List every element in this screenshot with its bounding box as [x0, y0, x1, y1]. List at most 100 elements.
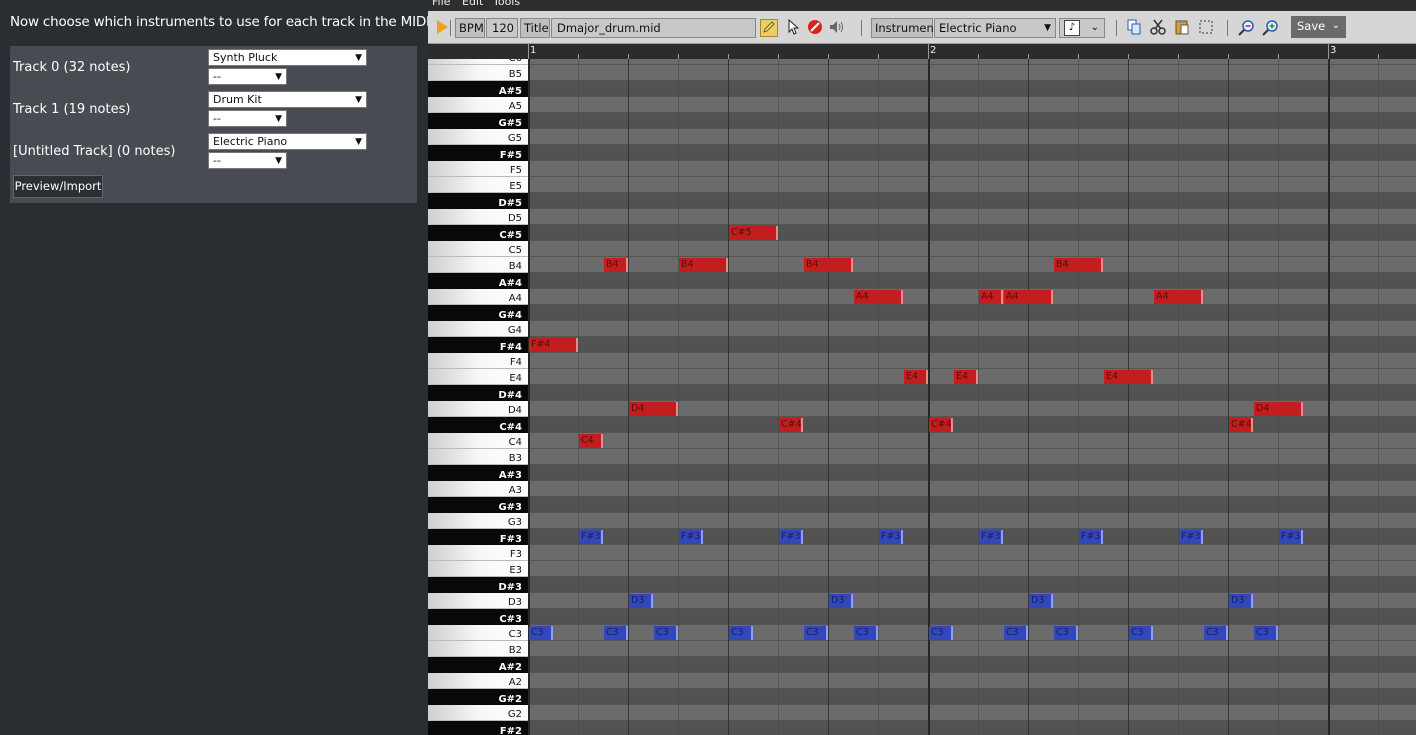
piano-key-g3[interactable]: G3: [428, 513, 528, 529]
piano-key-asharp2[interactable]: A#2: [428, 657, 528, 673]
piano-key-csharp5[interactable]: C#5: [428, 225, 528, 241]
midi-note[interactable]: F#3: [779, 530, 803, 544]
copy-icon[interactable]: [1125, 19, 1143, 37]
piano-key-fsharp3[interactable]: F#3: [428, 529, 528, 545]
midi-note[interactable]: F#3: [1079, 530, 1103, 544]
speaker-icon[interactable]: [828, 19, 846, 37]
midi-note[interactable]: D3: [629, 594, 653, 608]
midi-note[interactable]: E4: [954, 370, 978, 384]
piano-key-a2[interactable]: A2: [428, 673, 528, 689]
midi-note[interactable]: F#3: [879, 530, 903, 544]
midi-note[interactable]: C3: [654, 626, 678, 640]
midi-note[interactable]: B4: [679, 258, 728, 272]
midi-note[interactable]: A4: [1004, 290, 1053, 304]
midi-note[interactable]: F#3: [979, 530, 1003, 544]
stop-sign-icon[interactable]: [806, 19, 824, 37]
instrument-select[interactable]: Drum Kit ▼: [208, 91, 367, 108]
midi-note[interactable]: D3: [829, 594, 853, 608]
instrument-dropdown[interactable]: Electric Piano ▼: [934, 18, 1056, 38]
midi-note[interactable]: C3: [1004, 626, 1028, 640]
midi-note[interactable]: C3: [1204, 626, 1228, 640]
midi-note[interactable]: C#4: [1229, 418, 1253, 432]
midi-note[interactable]: C#5: [729, 226, 778, 240]
instrument-select[interactable]: Electric Piano ▼: [208, 133, 367, 150]
midi-note[interactable]: C#4: [779, 418, 803, 432]
midi-note[interactable]: B4: [804, 258, 853, 272]
title-input[interactable]: Dmajor_drum.mid: [551, 18, 756, 38]
midi-note[interactable]: E4: [1104, 370, 1153, 384]
instrument-select[interactable]: Synth Pluck ▼: [208, 49, 367, 66]
piano-key-f5[interactable]: F5: [428, 161, 528, 177]
piano-key-csharp3[interactable]: C#3: [428, 609, 528, 625]
midi-note[interactable]: D4: [629, 402, 678, 416]
piano-key-gsharp4[interactable]: G#4: [428, 305, 528, 321]
piano-key-fsharp4[interactable]: F#4: [428, 337, 528, 353]
piano-key-fsharp2[interactable]: F#2: [428, 721, 528, 735]
piano-key-e4[interactable]: E4: [428, 369, 528, 385]
piano-key-dsharp4[interactable]: D#4: [428, 385, 528, 401]
option-select[interactable]: -- ▼: [208, 110, 287, 127]
save-button[interactable]: Save ⌄: [1291, 16, 1346, 38]
pointer-icon[interactable]: [784, 18, 802, 37]
note-grid[interactable]: F#4 C4 B4 D4 B4 C#5 C#4 B4 A4 E4 C#4 E4 A4 A4 B4 E4 A4 C#…: [528, 59, 1416, 735]
midi-note[interactable]: C3: [929, 626, 953, 640]
midi-note[interactable]: A4: [979, 290, 1003, 304]
midi-note[interactable]: C4: [579, 434, 603, 448]
piano-key-dsharp3[interactable]: D#3: [428, 577, 528, 593]
option-select[interactable]: -- ▼: [208, 68, 287, 85]
preview-import-button[interactable]: Preview/Import: [13, 175, 103, 198]
paste-icon[interactable]: [1173, 19, 1191, 37]
select-icon[interactable]: [1197, 19, 1215, 37]
piano-key-f3[interactable]: F3: [428, 545, 528, 561]
midi-note[interactable]: E4: [904, 370, 928, 384]
piano-key-d4[interactable]: D4: [428, 401, 528, 417]
piano-key-f4[interactable]: F4: [428, 353, 528, 369]
piano-key-b4[interactable]: B4: [428, 257, 528, 273]
piano-key-e3[interactable]: E3: [428, 561, 528, 577]
piano-key-gsharp3[interactable]: G#3: [428, 497, 528, 513]
piano-key-asharp4[interactable]: A#4: [428, 273, 528, 289]
piano-key-a5[interactable]: A5: [428, 97, 528, 113]
midi-note[interactable]: C3: [1054, 626, 1078, 640]
piano-key-csharp4[interactable]: C#4: [428, 417, 528, 433]
piano-key-c4[interactable]: C4: [428, 433, 528, 449]
piano-key-gsharp5[interactable]: G#5: [428, 113, 528, 129]
midi-note[interactable]: F#3: [679, 530, 703, 544]
midi-note[interactable]: A4: [1154, 290, 1203, 304]
midi-note[interactable]: A4: [854, 290, 903, 304]
piano-key-c5[interactable]: C5: [428, 241, 528, 257]
piano-key-fsharp5[interactable]: F#5: [428, 145, 528, 161]
piano-key-asharp5[interactable]: A#5: [428, 81, 528, 97]
midi-note[interactable]: C3: [729, 626, 753, 640]
piano-key-a3[interactable]: A3: [428, 481, 528, 497]
piano-key-asharp3[interactable]: A#3: [428, 465, 528, 481]
bpm-input[interactable]: 120: [486, 18, 518, 38]
piano-key-g5[interactable]: G5: [428, 129, 528, 145]
zoom-out-icon[interactable]: [1238, 19, 1256, 37]
piano-key-dsharp5[interactable]: D#5: [428, 193, 528, 209]
midi-note[interactable]: F#4: [529, 338, 578, 352]
midi-note[interactable]: B4: [1054, 258, 1103, 272]
cut-icon[interactable]: [1149, 19, 1167, 37]
play-icon[interactable]: [433, 19, 451, 37]
piano-key-b2[interactable]: B2: [428, 641, 528, 657]
midi-note[interactable]: C3: [604, 626, 628, 640]
piano-key-e5[interactable]: E5: [428, 177, 528, 193]
piano-key-d5[interactable]: D5: [428, 209, 528, 225]
pencil-icon[interactable]: [760, 19, 778, 37]
midi-note[interactable]: C#4: [929, 418, 953, 432]
midi-note[interactable]: C3: [529, 626, 553, 640]
midi-note[interactable]: D3: [1229, 594, 1253, 608]
timeline-ruler[interactable]: 1 2 3: [428, 44, 1416, 59]
piano-key-b3[interactable]: B3: [428, 449, 528, 465]
zoom-in-icon[interactable]: [1262, 19, 1280, 37]
midi-note[interactable]: D4: [1254, 402, 1303, 416]
piano-key-a4[interactable]: A4: [428, 289, 528, 305]
midi-note[interactable]: C3: [1129, 626, 1153, 640]
midi-note[interactable]: B4: [604, 258, 628, 272]
midi-note[interactable]: F#3: [1279, 530, 1303, 544]
midi-note[interactable]: C3: [854, 626, 878, 640]
note-options-dropdown[interactable]: ♪ ⌄: [1059, 18, 1105, 38]
menu-edit[interactable]: Edit: [462, 0, 483, 8]
menu-tools[interactable]: Tools: [493, 0, 520, 8]
